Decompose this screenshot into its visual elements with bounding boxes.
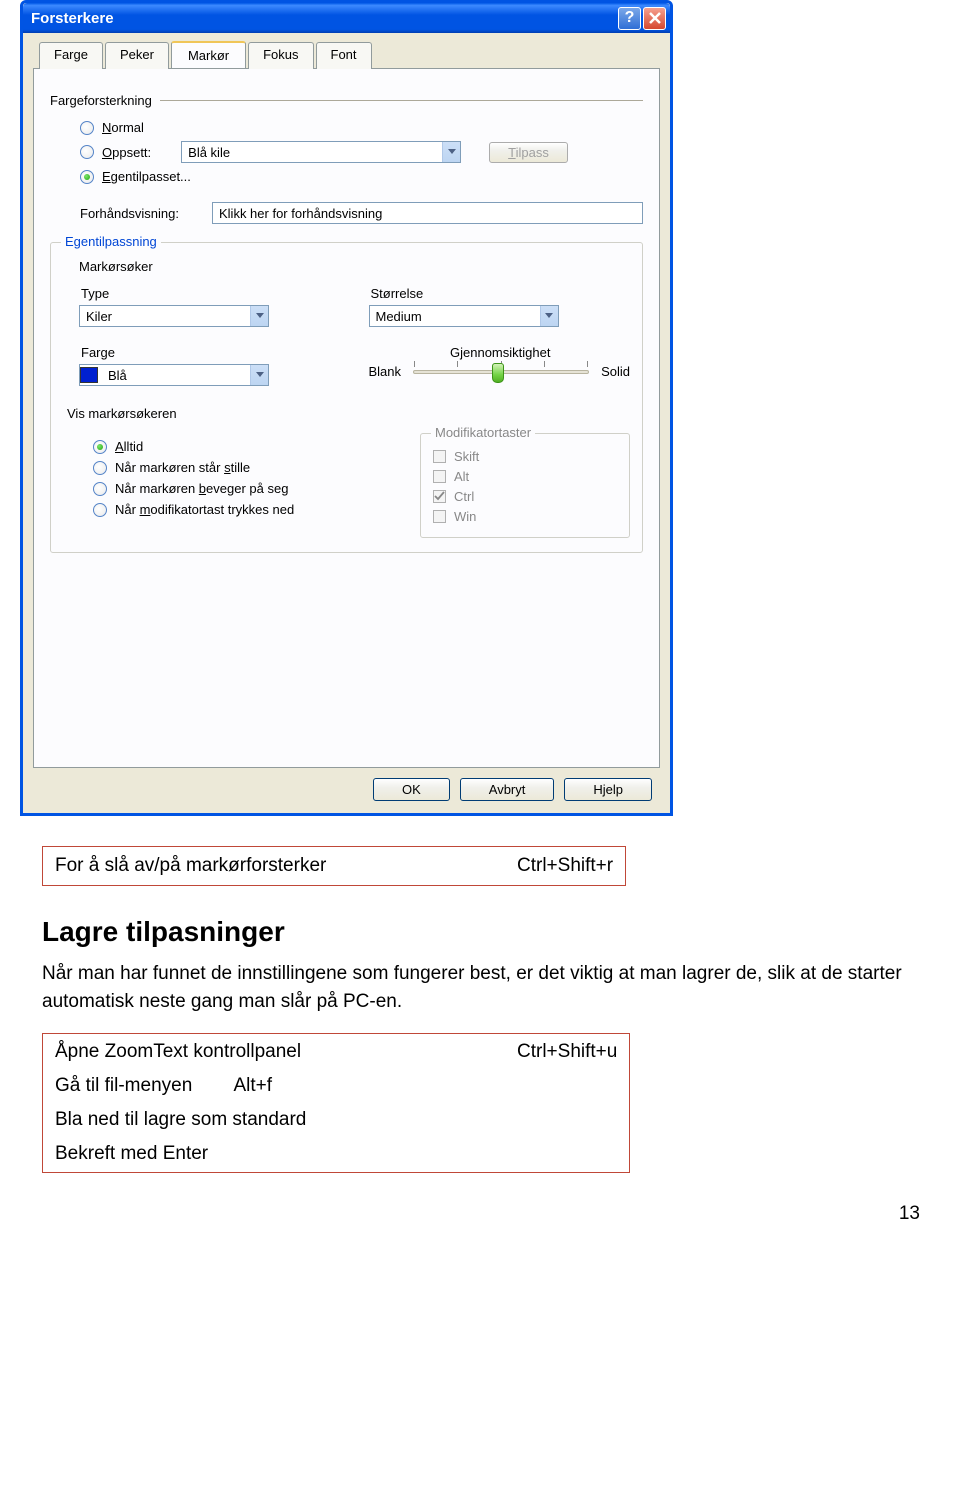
dialog-window: Forsterkere ? Farge Peker Markør Fokus F… [20, 0, 673, 816]
size-col: Størrelse Medium [369, 282, 631, 327]
tabs-bar: Farge Peker Markør Fokus Font [33, 41, 660, 68]
shortcut-table-2: Åpne ZoomText kontrollpanel Ctrl+Shift+u… [42, 1033, 630, 1173]
preview-label: Forhåndsvisning: [80, 206, 200, 221]
radio-normal-row: Normal [80, 120, 643, 135]
t2-r4: Bekreft med Enter [45, 1138, 627, 1170]
titlebar: Forsterkere ? [23, 3, 670, 33]
color-swatch [80, 367, 98, 383]
window-title: Forsterkere [31, 10, 618, 27]
color-label: Farge [81, 345, 341, 360]
show-cursor-section: Alltid Når markøren står stille Når mark… [63, 433, 630, 538]
color-group-title: Fargeforsterkning [50, 93, 154, 108]
t2-r1c1: Åpne ZoomText kontrollpanel [45, 1036, 505, 1068]
dialog-body: Farge Peker Markør Fokus Font Fargeforst… [23, 33, 670, 813]
titlebar-buttons: ? [618, 7, 666, 30]
slider-thumb[interactable] [492, 363, 504, 383]
radio-custom-row: Egentilpasset... [80, 169, 643, 184]
customize-button[interactable]: Tilpass [489, 142, 568, 163]
page-number: 13 [0, 1203, 920, 1225]
shortcut-key: Ctrl+Shift+r [507, 849, 623, 883]
preset-dropdown-value: Blå kile [182, 145, 442, 160]
help-icon[interactable]: ? [618, 7, 641, 30]
radio-modifier[interactable] [93, 503, 107, 517]
checkbox-shift[interactable] [433, 450, 446, 463]
radio-custom[interactable] [80, 170, 94, 184]
size-value: Medium [370, 309, 540, 324]
divider [160, 100, 643, 101]
checkbox-win[interactable] [433, 510, 446, 523]
chevron-down-icon [540, 306, 558, 326]
transparency-slider-wrap: Blank Solid [369, 364, 631, 379]
chevron-down-icon [442, 142, 460, 162]
checkbox-shift-label: Skift [454, 449, 479, 464]
tab-fokus[interactable]: Fokus [248, 42, 313, 69]
preview-textbox[interactable]: Klikk her for forhåndsvisning [212, 202, 643, 224]
doc-heading: Lagre tilpasninger [42, 916, 918, 948]
tab-peker[interactable]: Peker [105, 42, 169, 69]
transparency-slider[interactable] [413, 370, 589, 374]
radio-modifier-label: Når modifikatortast trykkes ned [115, 502, 294, 517]
checkbox-ctrl[interactable] [433, 490, 446, 503]
type-col: Type Kiler [79, 282, 341, 327]
size-label: Størrelse [371, 286, 631, 301]
dialog-buttons: OK Avbryt Hjelp [33, 768, 660, 801]
shortcut-table-1: For å slå av/på markørforsterker Ctrl+Sh… [42, 846, 626, 886]
radio-normal[interactable] [80, 121, 94, 135]
ok-button[interactable]: OK [373, 778, 450, 801]
radio-preset[interactable] [80, 145, 94, 159]
checkbox-alt[interactable] [433, 470, 446, 483]
radio-custom-label: Egentilpasset... [102, 169, 191, 184]
transparency-col: Gjennomsiktighet Blank Solid [369, 341, 631, 386]
tab-farge[interactable]: Farge [39, 42, 103, 69]
color-value: Blå [102, 368, 250, 383]
slider-left-label: Blank [369, 364, 402, 379]
doc-paragraph: Når man har funnet de innstillingene som… [42, 960, 918, 1015]
type-value: Kiler [80, 309, 250, 324]
tab-markor[interactable]: Markør [171, 41, 246, 68]
type-label: Type [81, 286, 341, 301]
show-cursor-radios: Alltid Når markøren står stille Når mark… [63, 433, 400, 523]
slider-right-label: Solid [601, 364, 630, 379]
show-cursor-label: Vis markørsøkeren [67, 406, 630, 421]
help-button[interactable]: Hjelp [564, 778, 652, 801]
t2-r2: Gå til fil-menyen Alt+f [45, 1070, 627, 1102]
customization-legend: Egentilpassning [61, 234, 161, 249]
radio-still[interactable] [93, 461, 107, 475]
checkbox-alt-label: Alt [454, 469, 469, 484]
radio-moving[interactable] [93, 482, 107, 496]
checkbox-win-label: Win [454, 509, 476, 524]
tab-font[interactable]: Font [316, 42, 372, 69]
radio-always-label: Alltid [115, 439, 143, 454]
customization-fieldset: Egentilpassning Markørsøker Type Kiler S… [50, 242, 643, 553]
radio-normal-label: Normal [102, 120, 144, 135]
modifier-fieldset: Modifikatortaster Skift Alt Ctrl Win [420, 433, 630, 538]
radio-always[interactable] [93, 440, 107, 454]
checkbox-ctrl-label: Ctrl [454, 489, 474, 504]
radio-preset-row: Oppsett: Blå kile Tilpass [80, 141, 643, 163]
radio-preset-label: Oppsett: [102, 145, 151, 160]
chevron-down-icon [250, 306, 268, 326]
tab-panel: Fargeforsterkning Normal Oppsett: Blå ki… [33, 68, 660, 768]
preset-dropdown[interactable]: Blå kile [181, 141, 461, 163]
t2-r1c2: Ctrl+Shift+u [507, 1036, 627, 1068]
radio-moving-label: Når markøren beveger på seg [115, 481, 288, 496]
color-dropdown[interactable]: Blå [79, 364, 269, 386]
color-col: Farge Blå [79, 341, 341, 386]
modifier-legend: Modifikatortaster [431, 425, 535, 440]
transparency-label: Gjennomsiktighet [371, 345, 631, 360]
chevron-down-icon [250, 365, 268, 385]
size-dropdown[interactable]: Medium [369, 305, 559, 327]
cancel-button[interactable]: Avbryt [460, 778, 555, 801]
cursor-seeker-label: Markørsøker [79, 259, 630, 274]
color-group-header: Fargeforsterkning [50, 93, 643, 108]
t2-r3: Bla ned til lagre som standard [45, 1104, 627, 1136]
type-dropdown[interactable]: Kiler [79, 305, 269, 327]
shortcut-desc: For å slå av/på markørforsterker [45, 849, 505, 883]
radio-still-label: Når markøren står stille [115, 460, 250, 475]
close-icon[interactable] [643, 7, 666, 30]
preview-row: Forhåndsvisning: Klikk her for forhåndsv… [80, 202, 643, 224]
